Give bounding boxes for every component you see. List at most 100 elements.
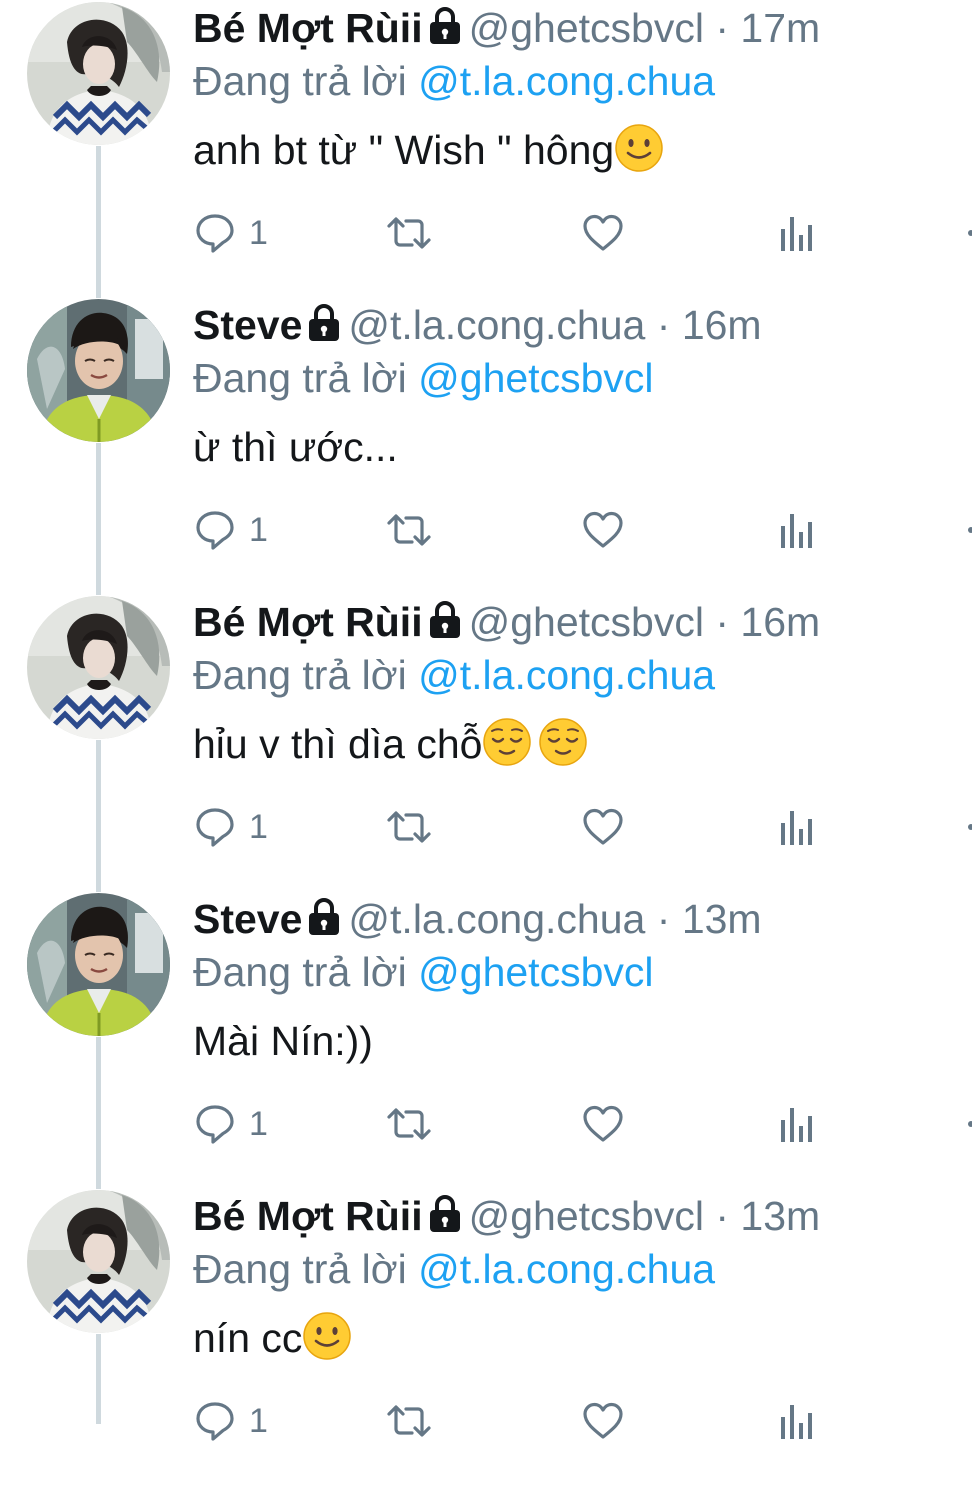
replying-to: Đang trả lời @t.la.cong.chua xyxy=(193,1244,972,1300)
avatar[interactable] xyxy=(27,1190,170,1333)
like-icon xyxy=(581,1102,625,1146)
replying-to-handle[interactable]: @t.la.cong.chua xyxy=(418,58,715,104)
timestamp[interactable]: 16m xyxy=(740,599,820,645)
tweet-text-body: anh bt từ " Wish " hông xyxy=(193,127,615,173)
more-options-edge[interactable] xyxy=(968,824,972,830)
reply-button[interactable]: 1 xyxy=(193,208,268,258)
like-button[interactable] xyxy=(581,208,625,258)
display-name[interactable]: Steve xyxy=(193,896,302,942)
user-handle[interactable]: @t.la.cong.chua xyxy=(348,896,645,942)
retweet-button[interactable] xyxy=(385,1396,433,1446)
replying-to-handle[interactable]: @ghetcsbvcl xyxy=(418,355,653,401)
tweet[interactable]: Bé Mợt Rùii @ghetcsbvcl · 17m Đang trả lờ… xyxy=(0,0,972,297)
analytics-icon xyxy=(777,1102,817,1146)
reply-thread: Bé Mợt Rùii @ghetcsbvcl · 17m Đang trả lờ… xyxy=(0,0,972,1420)
user-handle[interactable]: @ghetcsbvcl xyxy=(469,1193,704,1239)
separator-dot: · xyxy=(715,5,729,51)
tweet-text-body: hỉu v thì dìa chỗ xyxy=(193,721,483,767)
avatar-photo-boy xyxy=(27,299,170,442)
user-handle[interactable]: @ghetcsbvcl xyxy=(469,599,704,645)
reply-count: 1 xyxy=(249,510,268,549)
more-options-edge[interactable] xyxy=(968,230,972,236)
tweet-content: Bé Mợt Rùii @ghetcsbvcl · 13m Đang trả lờ… xyxy=(193,1188,972,1366)
timestamp[interactable]: 16m xyxy=(682,302,762,348)
replying-to-label: Đang trả lời xyxy=(193,58,407,104)
retweet-button[interactable] xyxy=(385,802,433,852)
retweet-icon xyxy=(385,805,433,849)
replying-to-handle[interactable]: @t.la.cong.chua xyxy=(418,1246,715,1292)
analytics-button[interactable] xyxy=(777,1396,817,1446)
reply-button[interactable]: 1 xyxy=(193,1099,268,1149)
analytics-icon xyxy=(777,211,817,255)
more-options-edge[interactable] xyxy=(968,1121,972,1127)
reply-icon xyxy=(193,508,237,552)
reply-count: 1 xyxy=(249,1104,268,1143)
lock-icon xyxy=(427,6,463,46)
timestamp[interactable]: 17m xyxy=(740,5,820,51)
timestamp[interactable]: 13m xyxy=(682,896,762,942)
tweet-content: Bé Mợt Rùii @ghetcsbvcl · 16m Đang trả lờ… xyxy=(193,594,972,772)
tweet-content: Bé Mợt Rùii @ghetcsbvcl · 17m Đang trả lờ… xyxy=(193,0,972,178)
replying-to: Đang trả lời @ghetcsbvcl xyxy=(193,353,972,409)
replying-to-label: Đang trả lời xyxy=(193,355,407,401)
replying-to-handle[interactable]: @t.la.cong.chua xyxy=(418,652,715,698)
replying-to-label: Đang trả lời xyxy=(193,1246,407,1292)
analytics-icon xyxy=(777,508,817,552)
display-name[interactable]: Bé Mợt Rùii xyxy=(193,5,423,51)
like-icon xyxy=(581,211,625,255)
replying-to: Đang trả lời @ghetcsbvcl xyxy=(193,947,972,1003)
avatar[interactable] xyxy=(27,893,170,1036)
tweet-text: nín cc xyxy=(193,1310,972,1366)
reply-icon xyxy=(193,211,237,255)
avatar[interactable] xyxy=(27,596,170,739)
display-name[interactable]: Bé Mợt Rùii xyxy=(193,1193,423,1239)
tweet-text-body: ừ thì ước... xyxy=(193,424,398,470)
reply-button[interactable]: 1 xyxy=(193,802,268,852)
user-handle[interactable]: @ghetcsbvcl xyxy=(469,5,704,51)
analytics-icon xyxy=(777,1399,817,1443)
reply-count: 1 xyxy=(249,807,268,846)
display-name[interactable]: Bé Mợt Rùii xyxy=(193,599,423,645)
tweet-actions: 1 xyxy=(193,208,953,258)
tweet[interactable]: Steve @t.la.cong.chua · 13m Đang trả lời … xyxy=(0,891,972,1188)
tweet[interactable]: Steve @t.la.cong.chua · 16m Đang trả lời … xyxy=(0,297,972,594)
replying-to-handle[interactable]: @ghetcsbvcl xyxy=(418,949,653,995)
analytics-button[interactable] xyxy=(777,208,817,258)
like-button[interactable] xyxy=(581,1396,625,1446)
avatar[interactable] xyxy=(27,299,170,442)
avatar[interactable] xyxy=(27,2,170,145)
tweet-actions: 1 xyxy=(193,1099,953,1149)
display-name[interactable]: Steve xyxy=(193,302,302,348)
analytics-button[interactable] xyxy=(777,802,817,852)
tweet-header: Steve @t.la.cong.chua · 13m xyxy=(193,891,972,947)
reply-button[interactable]: 1 xyxy=(193,505,268,555)
tweet-header: Bé Mợt Rùii @ghetcsbvcl · 16m xyxy=(193,594,972,650)
separator-dot: · xyxy=(715,1193,729,1239)
slightly-smiling-face-emoji xyxy=(302,1311,352,1361)
timestamp[interactable]: 13m xyxy=(740,1193,820,1239)
more-options-edge[interactable] xyxy=(968,527,972,533)
avatar-photo-girl xyxy=(27,1190,170,1333)
like-button[interactable] xyxy=(581,1099,625,1149)
retweet-button[interactable] xyxy=(385,505,433,555)
user-handle[interactable]: @t.la.cong.chua xyxy=(348,302,645,348)
tweet-content: Steve @t.la.cong.chua · 13m Đang trả lời … xyxy=(193,891,972,1069)
replying-to-label: Đang trả lời xyxy=(193,652,407,698)
analytics-button[interactable] xyxy=(777,1099,817,1149)
like-button[interactable] xyxy=(581,505,625,555)
like-button[interactable] xyxy=(581,802,625,852)
tweet-actions: 1 xyxy=(193,802,953,852)
reply-icon xyxy=(193,1102,237,1146)
tweet[interactable]: Bé Mợt Rùii @ghetcsbvcl · 16m Đang trả lờ… xyxy=(0,594,972,891)
lock-icon xyxy=(427,600,463,640)
tweet-header: Steve @t.la.cong.chua · 16m xyxy=(193,297,972,353)
retweet-button[interactable] xyxy=(385,208,433,258)
tweet-content: Steve @t.la.cong.chua · 16m Đang trả lời … xyxy=(193,297,972,475)
tweet[interactable]: Bé Mợt Rùii @ghetcsbvcl · 13m Đang trả lờ… xyxy=(0,1188,972,1485)
reply-count: 1 xyxy=(249,1401,268,1440)
separator-dot: · xyxy=(656,302,671,348)
retweet-icon xyxy=(385,211,433,255)
reply-button[interactable]: 1 xyxy=(193,1396,268,1446)
analytics-button[interactable] xyxy=(777,505,817,555)
retweet-button[interactable] xyxy=(385,1099,433,1149)
